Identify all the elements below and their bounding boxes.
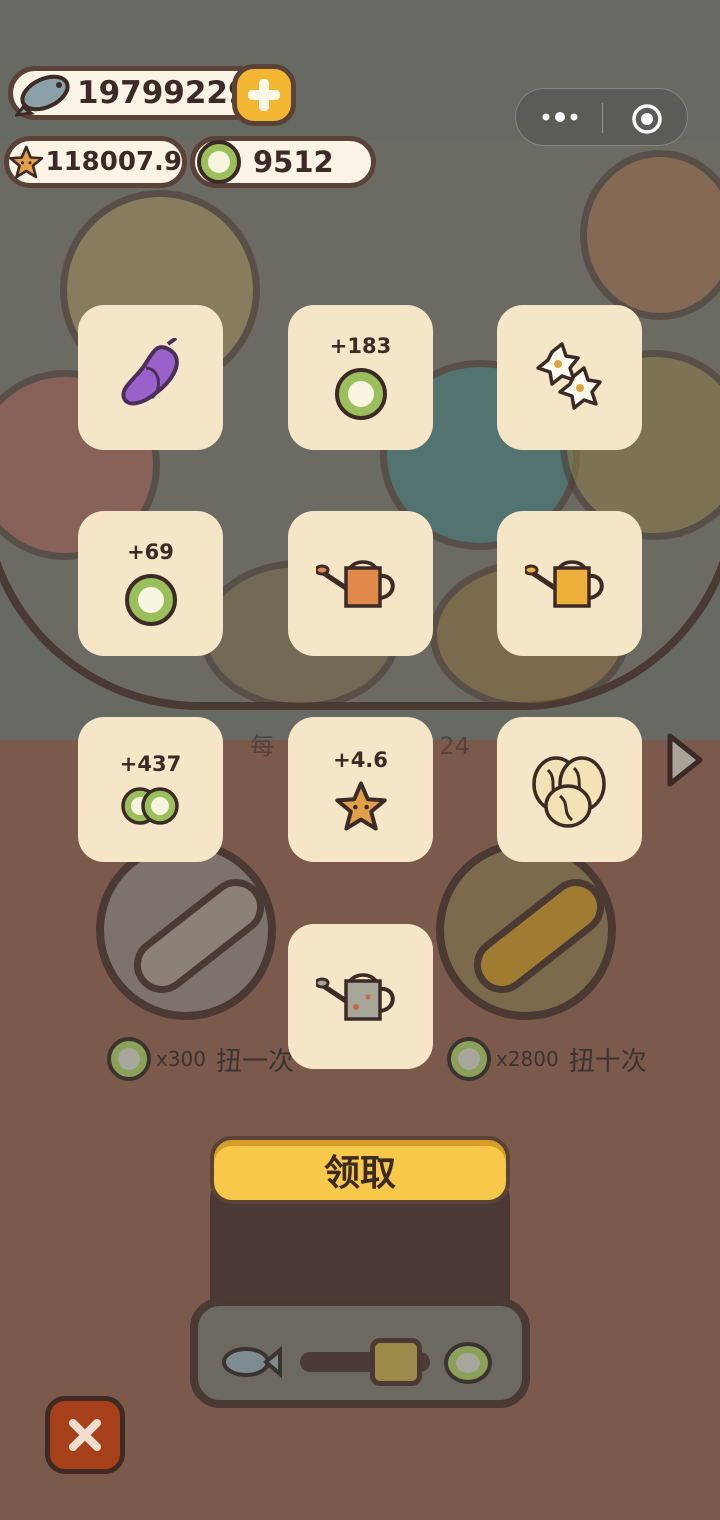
- reward-tile: +437: [78, 717, 223, 862]
- reward-tile: [288, 924, 433, 1069]
- star-icon: [334, 780, 387, 831]
- close-miniprogram-icon[interactable]: [630, 102, 664, 136]
- reward-tile: [497, 717, 642, 862]
- yellow-watering-can-icon: [524, 559, 604, 608]
- reward-tile: +69: [78, 511, 223, 656]
- close-button[interactable]: [45, 1396, 125, 1474]
- reward-amount: +183: [329, 333, 392, 358]
- add-fish-button[interactable]: [232, 64, 296, 126]
- claim-button-label: 领取: [323, 1153, 396, 1194]
- claim-button[interactable]: 领取: [210, 1136, 510, 1204]
- star-icon: [9, 145, 44, 179]
- close-icon: [69, 1419, 101, 1451]
- gray-watering-can-icon: [315, 972, 395, 1021]
- fish-icon: [15, 74, 70, 117]
- orange-watering-can-icon: [315, 559, 395, 608]
- eggplant-icon: [120, 337, 179, 405]
- coin-icon: [197, 140, 241, 184]
- coin-icon: [334, 367, 387, 420]
- reward-tile: +183: [288, 305, 433, 450]
- next-page-arrow-icon[interactable]: [662, 730, 706, 790]
- coin-amount: 9512: [253, 145, 334, 179]
- reward-amount: +4.6: [333, 747, 388, 772]
- star-currency-bar: 118007.9: [4, 136, 187, 188]
- miniprogram-capsule: [515, 88, 688, 146]
- fish-currency-bar: 19799229: [8, 66, 268, 120]
- reward-tile: [78, 305, 223, 450]
- reward-tile: [497, 511, 642, 656]
- coin-currency-bar: 9512: [190, 136, 376, 188]
- flower-icon: [535, 341, 602, 410]
- reward-amount: +69: [127, 539, 174, 564]
- fish-amount: 19799229: [77, 75, 250, 111]
- walnut-icon: [531, 755, 606, 828]
- coin-icon: [124, 573, 177, 626]
- more-options-icon[interactable]: [540, 107, 580, 127]
- reward-tile: [497, 305, 642, 450]
- double-coin-icon: [120, 786, 179, 825]
- reward-tile: +4.6: [288, 717, 433, 862]
- plus-icon: [248, 79, 280, 111]
- reward-tile: [288, 511, 433, 656]
- star-amount: 118007.9: [45, 147, 182, 177]
- reward-amount: +437: [119, 751, 182, 776]
